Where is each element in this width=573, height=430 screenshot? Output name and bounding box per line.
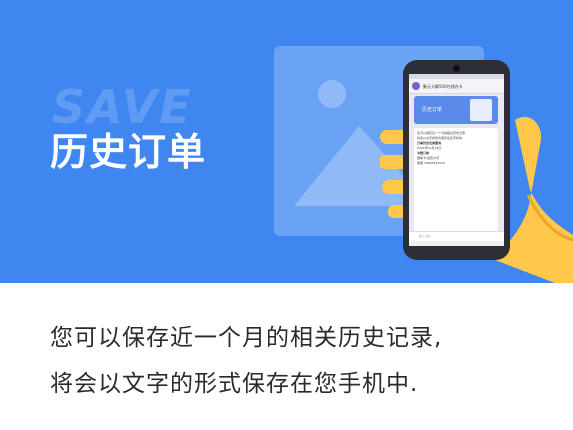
chat-header: 聚元卡解500在线办卡 (409, 79, 504, 94)
chat-message: 您可以保存近一个月的相关历史记录, 将会以文字的形式保存在您手机中. 订单历史记… (414, 128, 498, 236)
camera-icon (453, 65, 460, 72)
description-line-1: 您可以保存近一个月的相关历史记录, (50, 325, 443, 351)
description-line-2: 将会以文字的形式保存在您手机中. (50, 371, 419, 397)
history-card: 历史订单 (414, 96, 498, 124)
message-line: 客服:18898763543 (417, 161, 446, 165)
card-title: 历史订单 (422, 107, 443, 113)
phone-screen: 聚元卡解500在线办卡 历史订单 您可以保存近一个月的相关历史记录, 将会以文字… (409, 74, 504, 246)
header-banner: SAVE 历史订单 聚元卡解500在线办卡 历史订单 您可以保存近一个月的相关历… (0, 0, 573, 283)
phone-nav-bar (409, 241, 504, 246)
chat-name: 聚元卡解500在线办卡 (423, 83, 463, 89)
phone-mockup: 聚元卡解500在线办卡 历史订单 您可以保存近一个月的相关历史记录, 将会以文字… (403, 60, 510, 260)
card-thumbnail (470, 99, 492, 121)
description-text: 您可以保存近一个月的相关历史记录, 将会以文字的形式保存在您手机中. (50, 315, 560, 407)
message-input-bar: 输入消息 (409, 231, 504, 241)
avatar (412, 82, 420, 90)
message-input-placeholder: 输入消息 (419, 234, 432, 238)
page-title: 历史订单 (50, 130, 207, 174)
